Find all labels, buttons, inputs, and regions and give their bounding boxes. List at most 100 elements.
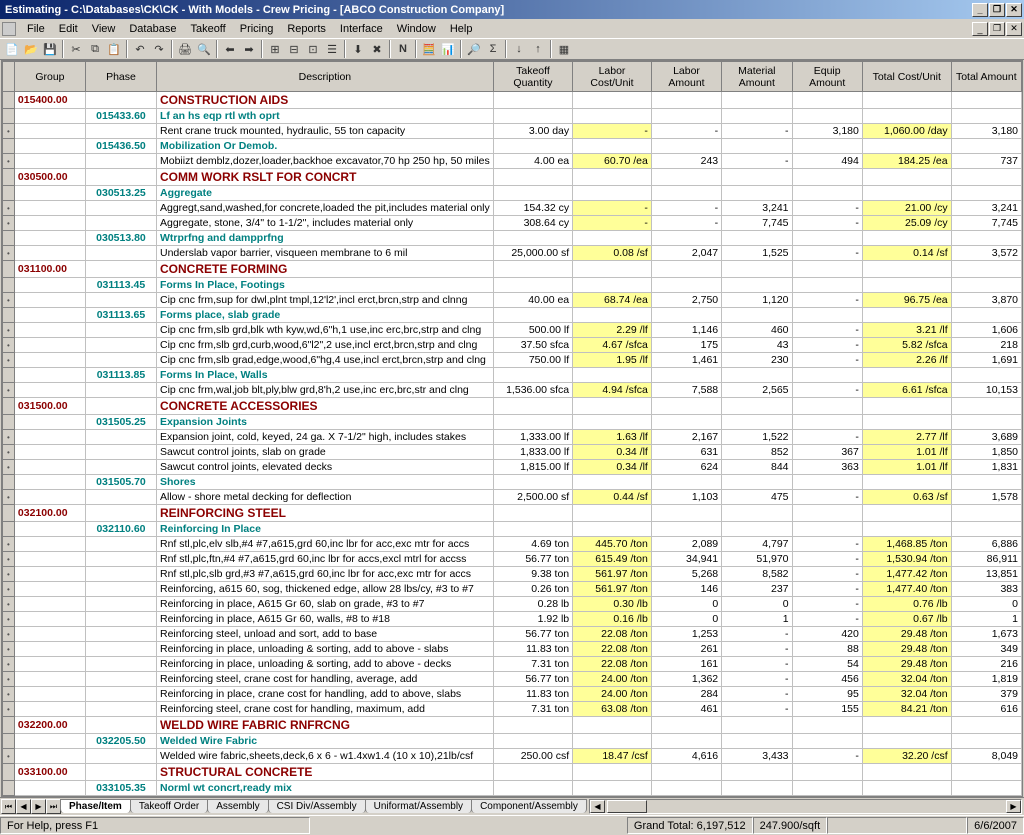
column-header[interactable]: Material Amount (722, 62, 792, 92)
column-header[interactable]: Group (14, 62, 85, 92)
tab-nav-next-icon[interactable]: ▶ (31, 799, 46, 814)
menu-takeoff[interactable]: Takeoff (183, 21, 232, 37)
column-header[interactable]: Description (156, 62, 493, 92)
chart-icon[interactable]: 📊 (439, 40, 457, 58)
find-icon[interactable]: 🔎 (465, 40, 483, 58)
table-row[interactable]: •Reinforcing in place, crane cost for ha… (3, 687, 1022, 702)
table-row[interactable]: 015436.50Mobilization Or Demob. (3, 139, 1022, 154)
horizontal-scrollbar[interactable]: ◀ ▶ (589, 799, 1022, 814)
grid-icon[interactable]: ▦ (555, 40, 573, 58)
sheet-tab[interactable]: Phase/Item (60, 799, 131, 813)
table-row[interactable]: •Cip cnc frm,slb grad,edge,wood,6"hg,4 u… (3, 353, 1022, 368)
table-row[interactable]: •Cip cnc frm,wal,job blt,ply,blw grd,8'h… (3, 383, 1022, 398)
save-icon[interactable]: 💾 (41, 40, 59, 58)
table-row[interactable]: 032205.50Welded Wire Fabric (3, 734, 1022, 749)
table-row[interactable]: 031100.00CONCRETE FORMING (3, 261, 1022, 278)
indent-left-icon[interactable]: ⬅ (221, 40, 239, 58)
table-row[interactable]: 032110.60Reinforcing In Place (3, 522, 1022, 537)
table-row[interactable]: 033105.35Norml wt concrt,ready mix (3, 781, 1022, 796)
print-icon[interactable]: 🖨 (176, 40, 194, 58)
sheet-tab[interactable]: Takeoff Order (130, 799, 208, 813)
mdi-close-button[interactable]: ✕ (1006, 22, 1022, 36)
table-row[interactable]: 031500.00CONCRETE ACCESSORIES (3, 398, 1022, 415)
menu-edit[interactable]: Edit (52, 21, 85, 37)
scroll-right-icon[interactable]: ▶ (1006, 800, 1021, 813)
menu-window[interactable]: Window (390, 21, 443, 37)
tab-nav-last-icon[interactable]: ⏭ (46, 799, 61, 814)
column-header[interactable]: Labor Amount (651, 62, 721, 92)
sort-desc-icon[interactable]: ↑ (529, 40, 547, 58)
table-row[interactable]: 031113.85Forms In Place, Walls (3, 368, 1022, 383)
table-row[interactable]: 031113.45Forms In Place, Footings (3, 278, 1022, 293)
delete-row-icon[interactable]: ✖ (368, 40, 386, 58)
minimize-button[interactable]: _ (972, 3, 988, 17)
table-row[interactable]: 015433.60Lf an hs eqp rtl wth oprt (3, 109, 1022, 124)
tab-nav-prev-icon[interactable]: ◀ (16, 799, 31, 814)
collapse-icon[interactable]: ⊟ (285, 40, 303, 58)
table-row[interactable]: •Sawcut control joints, elevated decks1,… (3, 460, 1022, 475)
table-row[interactable]: •Rnf stl,plc,elv slb,#4 #7,a615,grd 60,i… (3, 537, 1022, 552)
redo-icon[interactable]: ↷ (150, 40, 168, 58)
cut-icon[interactable]: ✂ (67, 40, 85, 58)
indent-right-icon[interactable]: ➡ (240, 40, 258, 58)
table-row[interactable]: 032200.00WELDD WIRE FABRIC RNFRCNG (3, 717, 1022, 734)
table-row[interactable]: •Cip cnc frm,sup for dwl,plnt tmpl,12'l2… (3, 293, 1022, 308)
list-icon[interactable]: ☰ (323, 40, 341, 58)
scroll-left-icon[interactable]: ◀ (590, 800, 605, 813)
table-row[interactable]: •Reinforcing steel, crane cost for handl… (3, 702, 1022, 717)
column-header[interactable]: Phase (85, 62, 156, 92)
table-row[interactable]: 031113.65Forms place, slab grade (3, 308, 1022, 323)
close-button[interactable]: ✕ (1006, 3, 1022, 17)
sheet-tab[interactable]: Assembly (207, 799, 268, 813)
open-icon[interactable]: 📂 (22, 40, 40, 58)
menu-view[interactable]: View (85, 21, 123, 37)
table-row[interactable]: 033100.00STRUCTURAL CONCRETE (3, 764, 1022, 781)
table-row[interactable]: •Welded wire fabric,sheets,deck,6 x 6 - … (3, 749, 1022, 764)
table-row[interactable]: •Reinforcing steel, unload and sort, add… (3, 627, 1022, 642)
table-row[interactable]: 030513.80Wtrprfng and dampprfng (3, 231, 1022, 246)
table-row[interactable]: •Underslab vapor barrier, visqueen membr… (3, 246, 1022, 261)
paste-icon[interactable]: 📋 (105, 40, 123, 58)
spreadsheet-grid[interactable]: GroupPhaseDescriptionTakeoff QuantityLab… (1, 60, 1023, 797)
mdi-minimize-button[interactable]: _ (972, 22, 988, 36)
sheet-tab[interactable]: Component/Assembly (471, 799, 587, 813)
mdi-restore-button[interactable]: ❐ (989, 22, 1005, 36)
sheet-tab[interactable]: CSI Div/Assembly (268, 799, 366, 813)
table-row[interactable]: 015400.00CONSTRUCTION AIDS (3, 92, 1022, 109)
table-row[interactable]: •Reinforcing in place, unloading & sorti… (3, 657, 1022, 672)
table-row[interactable]: 032100.00REINFORCING STEEL (3, 505, 1022, 522)
sum-icon[interactable]: Σ (484, 40, 502, 58)
table-row[interactable]: •Scrnwt,3000 psi,inc lcl agg,snd,prt cmn… (3, 796, 1022, 798)
table-row[interactable]: •Reinforcing in place, unloading & sorti… (3, 642, 1022, 657)
table-row[interactable]: •Aggregate, stone, 3/4" to 1-1/2", inclu… (3, 216, 1022, 231)
column-header[interactable]: Takeoff Quantity (493, 62, 572, 92)
menu-interface[interactable]: Interface (333, 21, 390, 37)
table-row[interactable]: •Rnf stl,plc,ftn,#4 #7,a615,grd 60,inc l… (3, 552, 1022, 567)
tree-icon[interactable]: ⊡ (304, 40, 322, 58)
table-row[interactable]: •Aggregt,sand,washed,for concrete,loaded… (3, 201, 1022, 216)
menu-pricing[interactable]: Pricing (233, 21, 281, 37)
column-header[interactable]: Total Amount (951, 62, 1021, 92)
preview-icon[interactable]: 🔍 (195, 40, 213, 58)
bold-icon[interactable]: N (394, 40, 412, 58)
column-header[interactable]: Equip Amount (792, 62, 862, 92)
table-row[interactable]: •Rnf stl,plc,slb grd,#3 #7,a615,grd 60,i… (3, 567, 1022, 582)
menu-file[interactable]: File (20, 21, 52, 37)
table-row[interactable]: •Rent crane truck mounted, hydraulic, 55… (3, 124, 1022, 139)
expand-icon[interactable]: ⊞ (266, 40, 284, 58)
sort-asc-icon[interactable]: ↓ (510, 40, 528, 58)
column-header[interactable]: Total Cost/Unit (862, 62, 951, 92)
table-row[interactable]: 031505.25Expansion Joints (3, 415, 1022, 430)
menu-reports[interactable]: Reports (280, 21, 333, 37)
table-row[interactable]: •Expansion joint, cold, keyed, 24 ga. X … (3, 430, 1022, 445)
table-row[interactable]: •Mobiizt demblz,dozer,loader,backhoe exc… (3, 154, 1022, 169)
table-row[interactable]: •Reinforcing in place, A615 Gr 60, slab … (3, 597, 1022, 612)
column-header[interactable]: Labor Cost/Unit (573, 62, 652, 92)
copy-icon[interactable]: ⧉ (86, 40, 104, 58)
table-row[interactable]: 031505.70Shores (3, 475, 1022, 490)
menu-database[interactable]: Database (122, 21, 183, 37)
table-row[interactable]: •Cip cnc frm,slb grd,curb,wood,6"l2",2 u… (3, 338, 1022, 353)
sheet-tab[interactable]: Uniformat/Assembly (365, 799, 472, 813)
table-row[interactable]: •Allow - shore metal decking for deflect… (3, 490, 1022, 505)
tab-nav-first-icon[interactable]: ⏮ (1, 799, 16, 814)
